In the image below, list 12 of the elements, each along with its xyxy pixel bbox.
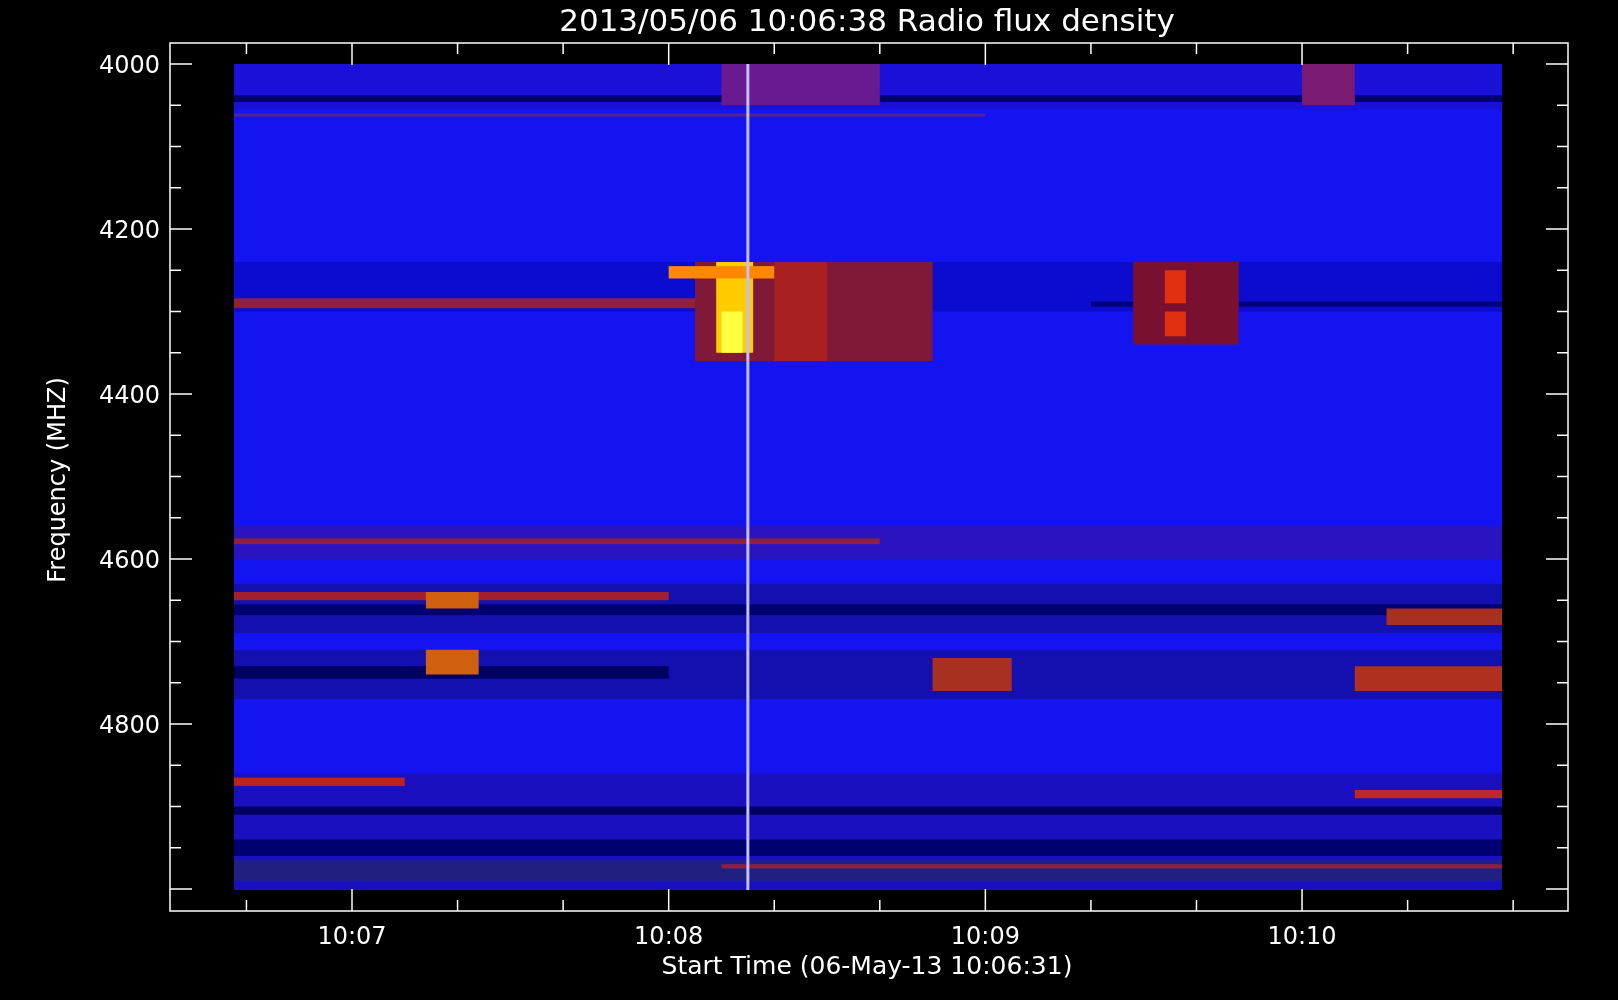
y-tick-label: 4400 <box>98 381 160 409</box>
x-axis-label: Start Time (06-May-13 10:06:31) <box>661 951 1073 980</box>
y-tick-label: 4200 <box>98 216 160 244</box>
y-tick-label: 4000 <box>98 51 160 79</box>
chart-title: 2013/05/06 10:06:38 Radio flux density <box>559 2 1175 38</box>
x-tick-label: 10:07 <box>317 922 387 950</box>
x-tick-label: 10:10 <box>1267 922 1337 950</box>
x-tick-label: 10:09 <box>950 922 1020 950</box>
y-tick-label: 4600 <box>98 546 160 574</box>
y-axis-label: Frequency (MHZ) <box>43 377 71 583</box>
x-tick-label: 10:08 <box>634 922 704 950</box>
y-tick-label: 4800 <box>98 711 160 739</box>
